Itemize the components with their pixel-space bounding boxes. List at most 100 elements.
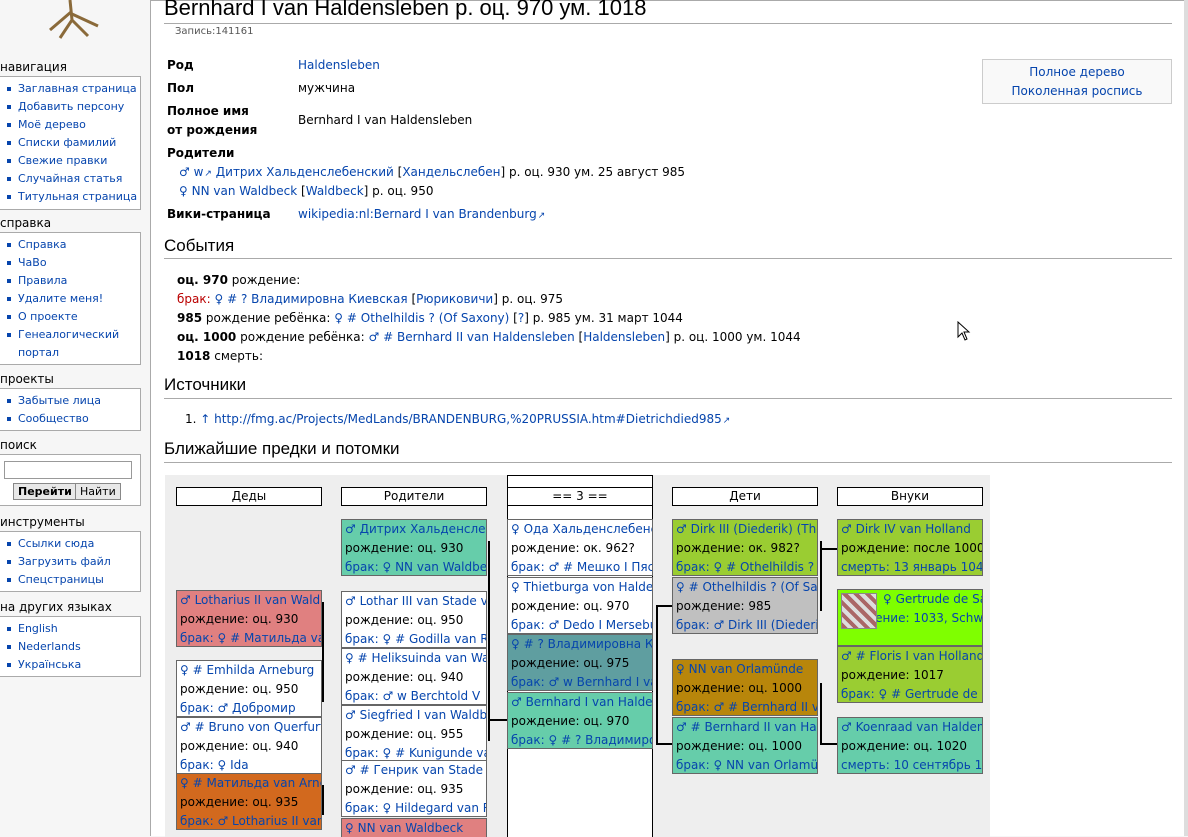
tree-card-name[interactable]: ♂ Дитрих Хальденслебенский: [345, 520, 486, 539]
tools-item-2[interactable]: Спецстраницы: [0, 571, 140, 589]
parent-1-symbol[interactable]: ♂ w: [179, 165, 212, 179]
nav-item-5[interactable]: Случайная статья: [0, 170, 140, 188]
tree-card-marriage[interactable]: брак: ♂ w Bernhard I van Haldensleben: [511, 673, 652, 690]
tree-card-marriage[interactable]: брак: ♀ Hildegard van Rheinhausen: [345, 799, 486, 816]
tree-card-marriage[interactable]: брак: ♀ NN van Waldbeck: [345, 558, 486, 575]
tree-card-marriage[interactable]: брак: ♂ # Bernhard II van Haldensleben: [676, 698, 817, 715]
tree-card-name[interactable]: ♂ # Floris I van Holland: [841, 647, 982, 666]
tree-card[interactable]: ♂ # Генрик van Stade рождение: оц. 935 бра…: [341, 760, 487, 817]
projects-item-0[interactable]: Забытые лица: [0, 392, 140, 410]
tree-card-marriage[interactable]: брак: ♂ Dedo I Merseburg: [511, 616, 652, 633]
tree-card-marriage[interactable]: брак: ♀ # Матильда van Arneburg: [180, 629, 321, 646]
tree-card[interactable]: ♂ # Bruno von Querfurt-S рождение: оц. 94…: [176, 717, 322, 774]
tree-card[interactable]: ♀ # ? Владимировна Киевская рождение: оц.…: [507, 634, 653, 691]
lang-item-1[interactable]: Nederlands: [0, 638, 140, 656]
source-1-link[interactable]: http://fmg.ac/Projects/MedLands/BRANDENB…: [214, 412, 730, 426]
tree-card-name[interactable]: ♂ Siegfried I van Waldbeck: [345, 706, 486, 725]
tree-card-name[interactable]: ♂ # Bernhard II van Haldensleben: [676, 718, 817, 737]
tree-card-name[interactable]: ♀ NN van Waldbeck: [345, 819, 486, 837]
tree-card-name[interactable]: ♀ Ода Хальденслебенская: [511, 520, 652, 539]
nav-item-0[interactable]: Заглавная страница: [0, 80, 140, 98]
source-1-backref[interactable]: ↑: [200, 412, 210, 426]
tree-card-name[interactable]: ♂ Dirk IV van Holland: [841, 520, 982, 539]
nav-link[interactable]: Моё дерево: [18, 118, 86, 131]
tree-card[interactable]: ♀ # Матильда van Arneburg рождение: оц. 9…: [176, 773, 322, 830]
search-find-button[interactable]: Найти: [75, 483, 121, 500]
tools-link[interactable]: Спецстраницы: [18, 573, 104, 586]
tree-card[interactable]: ♂ Siegfried I van Waldbeck рождение: оц. …: [341, 705, 487, 762]
tree-card-marriage[interactable]: брак: ♀ NN van Orlamünde: [676, 756, 817, 773]
help-item-2[interactable]: Правила: [0, 272, 140, 290]
event-child-2-link[interactable]: Bernhard II van Haldensleben: [397, 330, 575, 344]
lang-item-0[interactable]: English: [0, 620, 140, 638]
tree-card-marriage[interactable]: брак: ♀ # ? Владимировна: [511, 731, 652, 748]
tree-card-marriage[interactable]: брак: ♀ # Godilla van Rothenburg: [345, 630, 486, 647]
help-item-6[interactable]: портал: [0, 344, 140, 362]
tree-roots-logo[interactable]: [20, 0, 120, 42]
parent-2-house-link[interactable]: Waldbeck: [306, 184, 364, 198]
parent-1-house-link[interactable]: Хандельслебен: [402, 165, 500, 179]
tree-card-marriage[interactable]: брак: ♂ Добромир: [180, 699, 321, 716]
tree-card[interactable]: ♀ # Emhilda Arneburg рождение: оц. 950 бра…: [176, 660, 322, 717]
event-child-1-symbol[interactable]: ♀ #: [334, 311, 357, 325]
event-marriage-house[interactable]: Рюриковичи: [416, 292, 493, 306]
generations-link[interactable]: Поколенная роспись: [1012, 84, 1143, 98]
tree-card-name[interactable]: ♀ NN van Orlamünde: [676, 660, 817, 679]
tree-card-name[interactable]: ♀ # Heliksuinda van Walbeck: [345, 649, 486, 668]
tree-card-marriage[interactable]: брак: ♂ w Berchtold V: [345, 687, 486, 704]
tree-card-marriage[interactable]: смерть: 13 январь 1049: [841, 558, 982, 575]
nav-link[interactable]: Списки фамилий: [18, 136, 116, 149]
tree-card-name[interactable]: ♂ # Bruno von Querfurt-S: [180, 718, 321, 737]
help-link[interactable]: Генеалогический: [18, 328, 119, 341]
parent-2-link[interactable]: NN van Waldbeck: [192, 184, 298, 198]
tree-card-name[interactable]: ♀ # Матильда van Arneburg: [180, 774, 321, 793]
help-item-0[interactable]: Справка: [0, 236, 140, 254]
help-item-1[interactable]: ЧаВо: [0, 254, 140, 272]
rod-link[interactable]: Haldensleben: [298, 58, 380, 72]
nav-item-1[interactable]: Добавить персону: [0, 98, 140, 116]
help-link[interactable]: портал: [18, 346, 59, 359]
tree-card-name[interactable]: ♀ # Emhilda Arneburg: [180, 661, 321, 680]
search-input[interactable]: [4, 461, 132, 479]
tree-card-name[interactable]: ♀ Thietburga von Haldensleben: [511, 578, 652, 597]
parent-2-symbol[interactable]: ♀: [179, 184, 188, 198]
tree-card[interactable]: ♂ Lotharius II van Waldbeck рождение: оц.…: [176, 590, 322, 647]
tools-link[interactable]: Загрузить файл: [18, 555, 111, 568]
nav-item-2[interactable]: Моё дерево: [0, 116, 140, 134]
tree-card[interactable]: ♀ Gertrude de Saxeрождение: 1033, Schwei…: [837, 589, 983, 646]
tree-card-name[interactable]: ♂ Lothar III van Stade van: [345, 592, 486, 611]
lang-link[interactable]: Українська: [18, 658, 81, 671]
help-link[interactable]: ЧаВо: [18, 256, 47, 269]
nav-link[interactable]: Заглавная страница: [18, 82, 137, 95]
help-item-5[interactable]: Генеалогический: [0, 326, 140, 344]
tree-card[interactable]: ♂ Dirk III (Diederik) (Theodoric) рождени…: [672, 519, 818, 576]
tree-card[interactable]: ♀ Thietburga von Haldensleben рождение: о…: [507, 577, 653, 634]
tree-card-marriage[interactable]: брак: ♂ Dirk III (Diederik): [676, 616, 817, 633]
tree-card[interactable]: ♂ Dirk IV van Holland рождение: после 100…: [837, 519, 983, 576]
tree-card[interactable]: ♀ Ода Хальденслебенская рождение: ок. 962…: [507, 519, 653, 576]
tree-card-name[interactable]: ♀ # Othelhildis ? (Of Saxony): [676, 578, 817, 597]
nav-item-4[interactable]: Свежие правки: [0, 152, 140, 170]
projects-link[interactable]: Сообщество: [18, 412, 89, 425]
event-child-2-symbol[interactable]: ♂ #: [369, 330, 394, 344]
lang-item-2[interactable]: Українська: [0, 656, 140, 674]
nav-link[interactable]: Случайная статья: [18, 172, 122, 185]
tree-card[interactable]: ♂ Koenraad van Haldensleben рождение: оц.…: [837, 717, 983, 774]
tree-card-marriage[interactable]: смерть: 10 сентябрь 1040: [841, 756, 982, 773]
tree-card-name[interactable]: ♂ Koenraad van Haldensleben: [841, 718, 982, 737]
tree-card[interactable]: ♀ # Heliksuinda van Walbeck рождение: оц.…: [341, 648, 487, 705]
nav-link[interactable]: Добавить персону: [18, 100, 124, 113]
nav-item-6[interactable]: Титульная страница: [0, 188, 140, 206]
tree-card-name[interactable]: ♂ # Генрик van Stade: [345, 761, 486, 780]
tree-card[interactable]: ♂ Bernhard I van Haldensleben рождение: о…: [507, 692, 653, 749]
tree-card-marriage[interactable]: брак: ♀ # Gertrude de Saxe: [841, 685, 982, 702]
help-link[interactable]: Правила: [18, 274, 67, 287]
tree-card[interactable]: ♂ Lothar III van Stade van рождение: оц. …: [341, 591, 487, 648]
event-child-1-q[interactable]: ?: [518, 311, 524, 325]
tools-item-0[interactable]: Ссылки сюда: [0, 535, 140, 553]
help-link[interactable]: Удалите меня!: [18, 292, 103, 305]
full-tree-link[interactable]: Полное дерево: [1029, 65, 1125, 79]
parent-1-link[interactable]: Дитрих Хальденслебенский: [216, 165, 394, 179]
search-go-button[interactable]: Перейти: [13, 483, 77, 500]
tools-link[interactable]: Ссылки сюда: [18, 537, 94, 550]
